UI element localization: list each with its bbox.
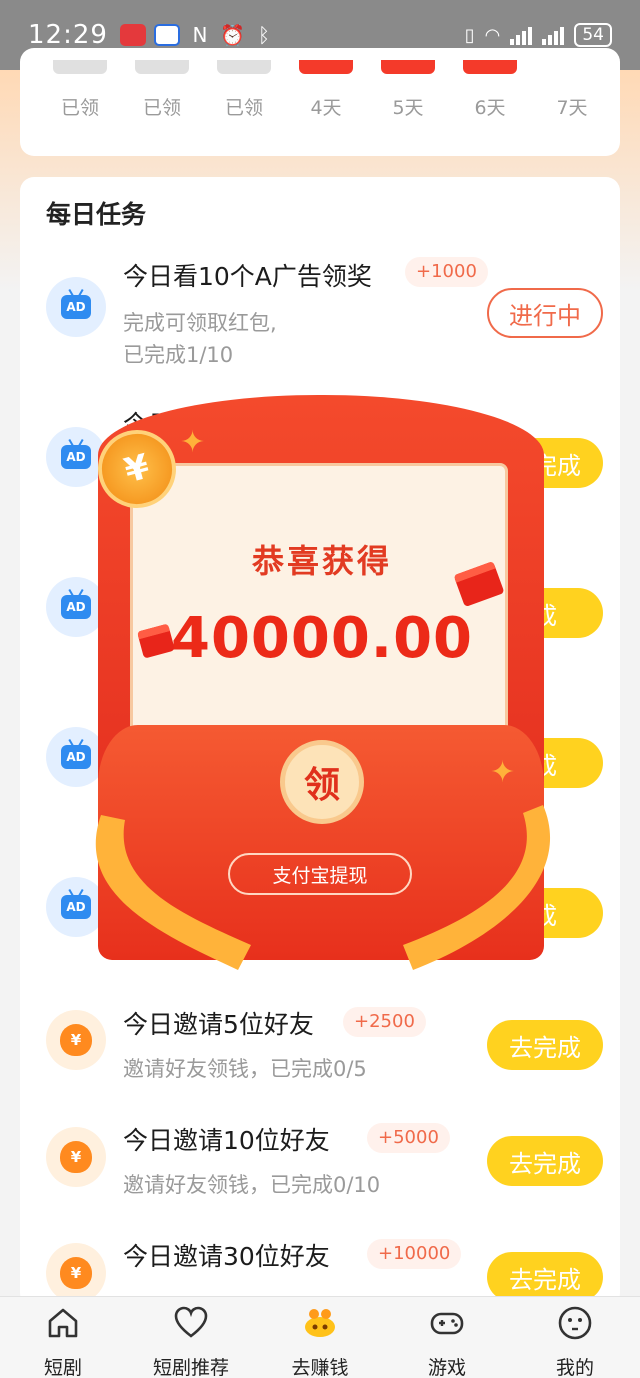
nav-item-short-drama[interactable]: 短剧 [8, 1297, 118, 1378]
bottom-nav: 短剧 短剧推荐 去赚钱 游戏 我的 [0, 1296, 640, 1378]
nav-item-earn[interactable]: 去赚钱 [265, 1297, 375, 1378]
nav-label: 我的 [555, 1357, 594, 1378]
heart-icon [174, 1306, 208, 1338]
nav-item-mine[interactable]: 我的 [520, 1297, 630, 1378]
envelope-letter: 恭喜获得 40000.00 [130, 463, 508, 763]
nav-label: 短剧 [43, 1357, 82, 1378]
ribbon-decoration [95, 805, 551, 970]
home-icon [48, 1308, 78, 1338]
nav-item-recommend[interactable]: 短剧推荐 [136, 1297, 246, 1378]
smiley-icon [558, 1306, 592, 1340]
nav-label: 去赚钱 [291, 1357, 349, 1378]
nav-label: 游戏 [427, 1357, 466, 1378]
gamepad-icon [430, 1312, 464, 1335]
nav-item-games[interactable]: 游戏 [392, 1297, 502, 1378]
sparkle-icon: ✦ [180, 425, 206, 460]
reward-amount: 40000.00 [170, 606, 474, 671]
red-envelope-popup: 恭喜获得 40000.00 领 支付宝提现 ¥ ✦ ✦ [89, 395, 551, 970]
treasure-icon [305, 1309, 335, 1337]
nav-label: 短剧推荐 [152, 1357, 229, 1378]
